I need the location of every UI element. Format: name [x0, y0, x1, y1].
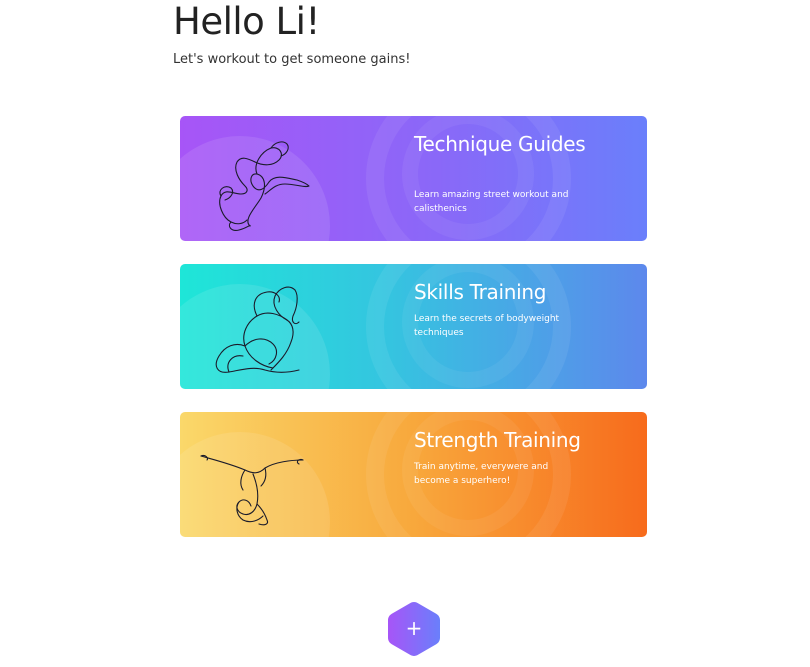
card-technique-guides[interactable]: Technique Guides Learn amazing street wo…: [180, 116, 647, 241]
card-skills-training[interactable]: Skills Training Learn the secrets of bod…: [180, 264, 647, 389]
card-description: Learn the secrets of bodyweight techniqu…: [414, 314, 560, 338]
forearm-stand-split-illustration: [200, 454, 304, 526]
home-screen: Hello Li! Let's workout to get someone g…: [0, 0, 810, 667]
card-title: Strength Training: [414, 428, 581, 452]
greeting-subtitle: Let's workout to get someone gains!: [173, 52, 411, 67]
add-button[interactable]: +: [386, 601, 442, 657]
card-title: Skills Training: [414, 280, 547, 304]
crow-pose-illustration: [219, 141, 310, 231]
seated-stretch-illustration: [215, 286, 300, 373]
greeting-title: Hello Li!: [173, 0, 320, 43]
card-title: Technique Guides: [414, 132, 586, 156]
plus-icon: +: [405, 616, 423, 640]
card-strength-training[interactable]: Strength Training Train anytime, everywe…: [180, 412, 647, 537]
card-description: Train anytime, everywere and become a su…: [414, 462, 549, 486]
card-description: Learn amazing street workout and calisth…: [414, 190, 569, 214]
